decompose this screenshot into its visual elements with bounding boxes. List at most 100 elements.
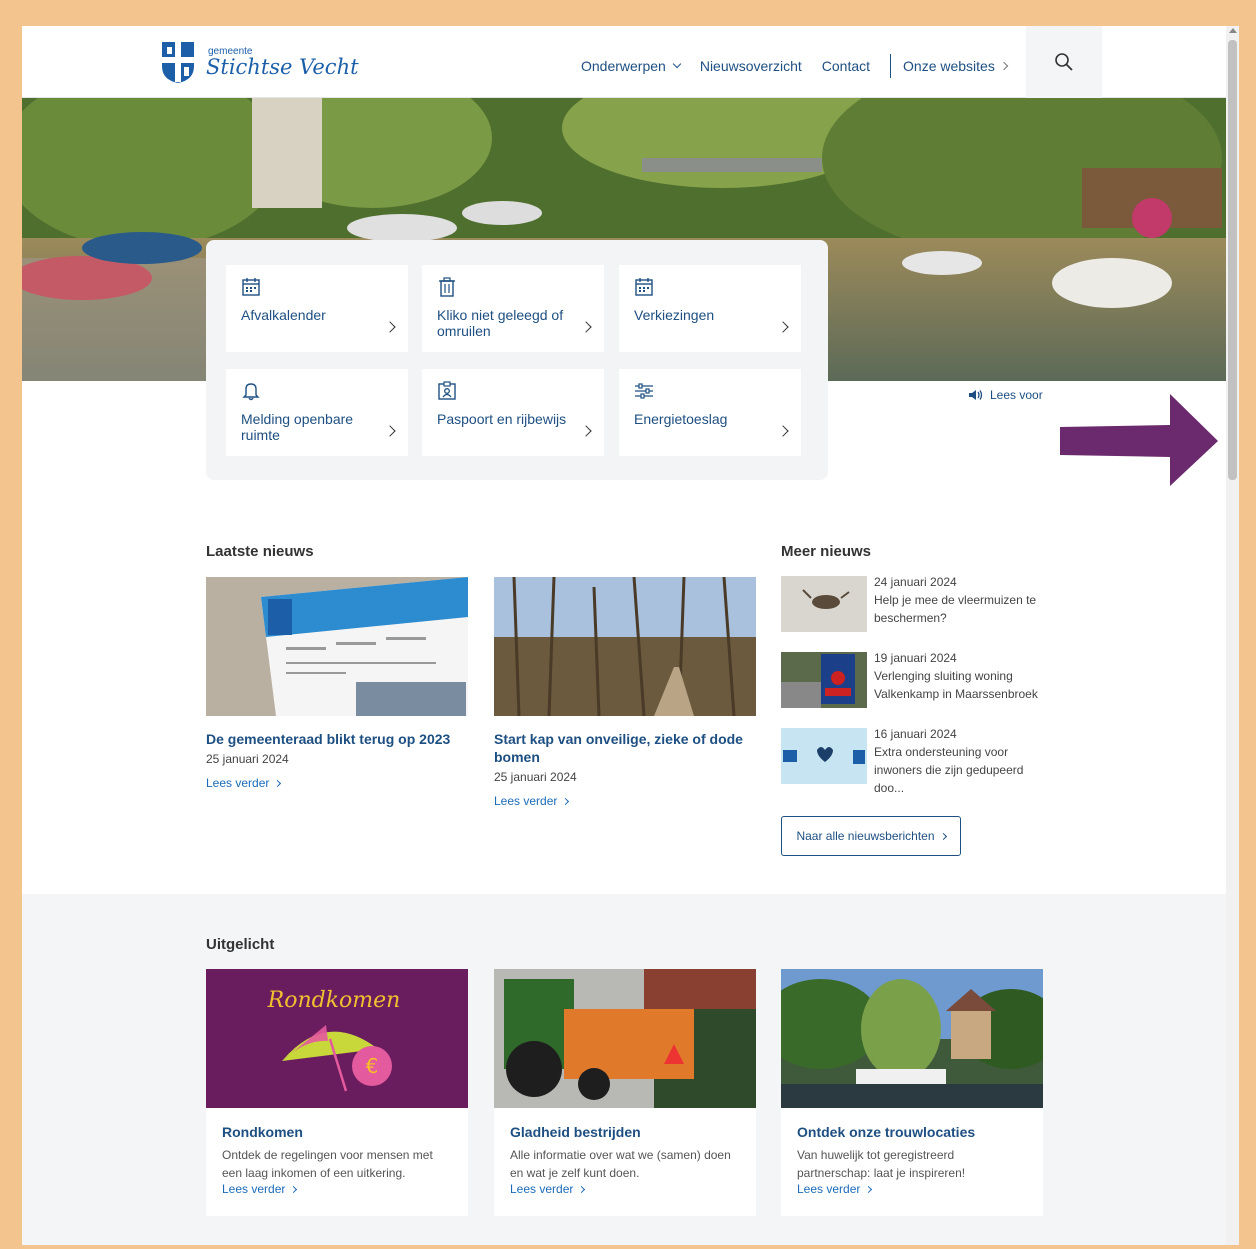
trash-icon [439, 277, 455, 297]
chevron-right-icon [562, 797, 570, 805]
svg-text:€: € [366, 1054, 379, 1078]
news-date: 25 januari 2024 [206, 752, 289, 766]
news-card[interactable]: De gemeenteraad blikt terug op 2023 25 j… [206, 577, 468, 790]
calendar-icon [635, 278, 653, 296]
tile-label: Paspoort en rijbewijs [437, 411, 567, 427]
feature-card-trouwlocaties[interactable]: Ontdek onze trouwlocaties Van huwelijk t… [781, 969, 1043, 1216]
nav-divider [890, 54, 892, 78]
lees-voor-button[interactable]: Lees voor [968, 388, 1043, 402]
chevron-right-icon [999, 61, 1009, 71]
tile-kliko[interactable]: Kliko niet geleegd of omruilen [422, 265, 604, 352]
news-date: 25 januari 2024 [494, 770, 577, 784]
news-thumb-valkenkamp [781, 652, 867, 708]
lees-verder-link[interactable]: Lees verder [494, 794, 756, 808]
lees-verder-link[interactable]: Lees verder [206, 776, 468, 790]
tile-verkiezingen[interactable]: Verkiezingen [619, 265, 801, 352]
tile-melding-openbare-ruimte[interactable]: Melding openbare ruimte [226, 369, 408, 456]
tile-label: Verkiezingen [634, 307, 715, 323]
feature-title[interactable]: Gladheid bestrijden [510, 1124, 641, 1140]
meer-nieuws-item[interactable]: 24 januari 2024 Help je mee de vleermuize… [781, 575, 1043, 632]
chevron-right-icon [384, 425, 396, 437]
lees-voor-label: Lees voor [990, 388, 1043, 402]
chevron-right-icon [939, 832, 947, 840]
feature-card-rondkomen[interactable]: € Rondkomen Rondkomen Ontdek de regeling… [206, 969, 468, 1216]
chevron-right-icon [777, 425, 789, 437]
search-icon [1055, 53, 1073, 71]
id-card-icon [438, 381, 456, 400]
lees-verder-label: Lees verder [510, 1182, 574, 1196]
tile-paspoort[interactable]: Paspoort en rijbewijs [422, 369, 604, 456]
page-scrollbar[interactable] [1226, 26, 1239, 1245]
chevron-down-icon [672, 59, 682, 69]
nav-onze-websites-label: Onze websites [903, 58, 995, 74]
meer-title: Verlenging sluiting woning Valkenkamp in… [874, 669, 1038, 701]
chevron-right-icon [580, 321, 592, 333]
nav-nieuwsoverzicht[interactable]: Nieuwsoverzicht [700, 58, 802, 74]
tile-energietoeslag[interactable]: Energietoeslag [619, 369, 801, 456]
laatste-nieuws-heading: Laatste nieuws [206, 543, 314, 560]
meer-title: Help je mee de vleermuizen te beschermen… [874, 593, 1037, 625]
search-button[interactable] [1026, 26, 1102, 98]
trouwlocaties-image [781, 969, 1043, 1108]
nav-contact-label: Contact [821, 58, 871, 74]
feature-title[interactable]: Ontdek onze trouwlocaties [797, 1124, 975, 1140]
news-card[interactable]: Start kap van onveilige, zieke of dode b… [494, 577, 756, 808]
chevron-right-icon [777, 321, 789, 333]
news-image-bomen [494, 577, 756, 716]
lees-verder-label: Lees verder [206, 776, 270, 790]
lees-verder-link[interactable]: Lees verder [222, 1182, 298, 1196]
meer-date: 16 januari 2024 [874, 727, 957, 741]
news-image-gemeenteraad [206, 577, 468, 716]
news-title[interactable]: De gemeenteraad blikt terug op 2023 [206, 730, 468, 748]
news-thumb-vleermuis [781, 576, 867, 632]
tile-afvalkalender[interactable]: Afvalkalender [226, 265, 408, 352]
meer-nieuws-item[interactable]: 16 januari 2024 Extra ondersteuning voor … [781, 727, 1043, 795]
all-news-button[interactable]: Naar alle nieuwsberichten [781, 816, 961, 856]
feature-card-gladheid[interactable]: Gladheid bestrijden Alle informatie over… [494, 969, 756, 1216]
site-logo[interactable]: gemeente Stichtse Vecht [160, 40, 359, 84]
meer-nieuws-item[interactable]: 19 januari 2024 Verlenging sluiting wonin… [781, 651, 1043, 708]
annotation-arrow-icon [1060, 394, 1218, 486]
gladheid-image [494, 969, 756, 1108]
news-thumb-ondersteuning [781, 728, 867, 784]
nav-onderwerpen-label: Onderwerpen [581, 58, 666, 74]
scroll-up-icon[interactable] [1229, 28, 1237, 33]
lees-verder-label: Lees verder [222, 1182, 286, 1196]
lees-verder-link[interactable]: Lees verder [797, 1182, 873, 1196]
feature-desc: Ontdek de regelingen voor mensen met een… [222, 1148, 433, 1180]
meer-date: 24 januari 2024 [874, 575, 957, 589]
feature-title[interactable]: Rondkomen [222, 1124, 303, 1140]
nav-onze-websites[interactable]: Onze websites [903, 58, 1009, 74]
lees-verder-link[interactable]: Lees verder [510, 1182, 586, 1196]
logo-shield-icon [160, 40, 196, 84]
rondkomen-image-text: Rondkomen [267, 988, 401, 1013]
chevron-right-icon [578, 1185, 586, 1193]
nav-nieuwsoverzicht-label: Nieuwsoverzicht [699, 58, 802, 74]
chevron-right-icon [274, 779, 282, 787]
lees-verder-label: Lees verder [494, 794, 558, 808]
meer-nieuws-heading: Meer nieuws [781, 543, 872, 560]
feature-desc: Alle informatie over wat we (samen) doen… [510, 1148, 731, 1180]
feature-desc: Van huwelijk tot geregistreerd partnersc… [797, 1148, 966, 1180]
rondkomen-image: € Rondkomen [206, 969, 468, 1108]
nav-contact[interactable]: Contact [822, 58, 870, 74]
calendar-icon [242, 278, 260, 296]
sliders-icon [635, 383, 653, 399]
chevron-right-icon [384, 321, 396, 333]
lees-verder-label: Lees verder [797, 1182, 861, 1196]
bell-icon [242, 383, 260, 401]
news-title[interactable]: Start kap van onveilige, zieke of dode b… [494, 730, 756, 766]
meer-date: 19 januari 2024 [874, 651, 957, 665]
meer-title: Extra ondersteuning voor inwoners die zi… [874, 745, 1024, 795]
tile-label: Afvalkalender [241, 307, 326, 323]
uitgelicht-heading: Uitgelicht [206, 936, 275, 953]
chevron-right-icon [290, 1185, 298, 1193]
tile-label: Melding openbare ruimte [241, 411, 354, 443]
speaker-icon [969, 390, 983, 400]
chevron-right-icon [865, 1185, 873, 1193]
main-nav: Onderwerpen Nieuwsoverzicht Contact Onze… [581, 54, 1027, 78]
scrollbar-thumb[interactable] [1228, 40, 1237, 480]
nav-onderwerpen[interactable]: Onderwerpen [581, 58, 682, 74]
browser-viewport: gemeente Stichtse Vecht Onderwerpen Nieu… [22, 26, 1239, 1245]
site-header: gemeente Stichtse Vecht Onderwerpen Nieu… [22, 26, 1226, 98]
